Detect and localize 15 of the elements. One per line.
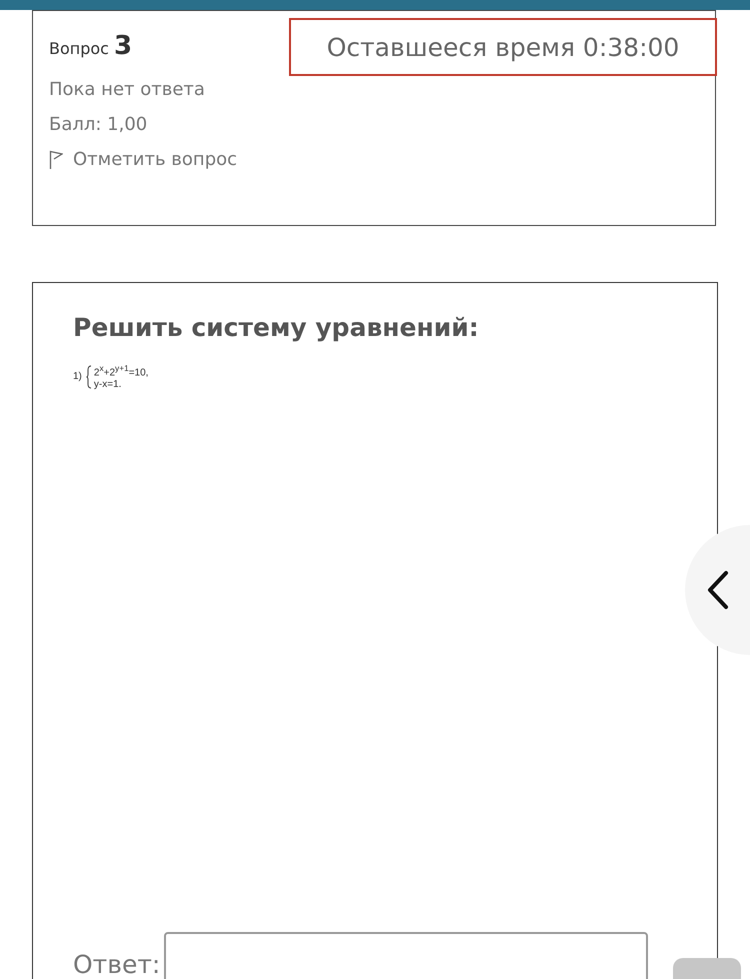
question-number: 3 bbox=[114, 31, 132, 61]
flag-question-link[interactable]: Отметить вопрос bbox=[49, 149, 699, 170]
answer-label: Ответ: bbox=[73, 950, 160, 978]
answer-status: Пока нет ответа bbox=[49, 79, 206, 100]
flag-icon bbox=[49, 150, 63, 170]
answer-field[interactable] bbox=[164, 932, 648, 979]
score-text: Балл: 1,00 bbox=[49, 114, 148, 135]
equation: 2$^{x}$+2$^{y+1}$=10, bbox=[94, 362, 148, 380]
timer-box: Оставшееся время 0:38:00 bbox=[289, 18, 717, 76]
chevron-left-icon bbox=[707, 570, 729, 610]
item-number: 1) bbox=[73, 371, 82, 382]
brace-icon bbox=[86, 364, 92, 389]
question-label: Вопрос bbox=[49, 39, 109, 58]
equation: y-x=1. bbox=[94, 379, 122, 392]
question-title: Решить систему уравнений: bbox=[73, 313, 480, 342]
